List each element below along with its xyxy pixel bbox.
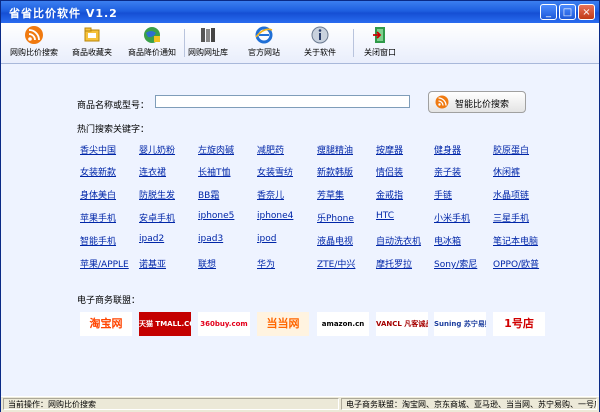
toolbar-about[interactable]: 关于软件 (301, 25, 339, 61)
hot-keyword-link[interactable]: 小米手机 (434, 211, 470, 224)
hot-keyword-link[interactable]: 芳草集 (317, 188, 344, 201)
minimize-button[interactable]: _ (540, 4, 557, 20)
logo-suning[interactable]: Suning 苏宁易购 (434, 312, 486, 336)
toolbar-label: 官方网站 (248, 48, 280, 57)
window-title: 省省比价软件 V1.2 (9, 7, 118, 20)
app-window: 省省比价软件 V1.2 _ □ × 网购比价搜索 商品收藏夹 商品降价通知 网购… (0, 0, 600, 412)
hot-keyword-link[interactable]: 笔记本电脑 (493, 234, 538, 247)
ecommerce-union-label: 电子商务联盟： (77, 296, 141, 306)
hot-keyword-link[interactable]: 减肥药 (257, 143, 284, 156)
hot-keyword-link[interactable]: ipad3 (198, 234, 223, 244)
toolbar-official-site[interactable]: 官方网站 (246, 25, 282, 61)
search-label: 商品名称或型号： (77, 101, 150, 111)
status-union-list: 电子商务联盟：淘宝网、京东商城、亚马逊、当当网、苏宁易购、一号店...... (341, 398, 597, 410)
title-bar[interactable]: 省省比价软件 V1.2 _ □ × (1, 1, 599, 23)
hot-keyword-link[interactable]: Sony/索尼 (434, 257, 477, 270)
exit-door-icon (373, 27, 385, 43)
hot-keyword-link[interactable]: 安卓手机 (139, 211, 175, 224)
status-bar: 当前操作：网购比价搜索 电子商务联盟：淘宝网、京东商城、亚马逊、当当网、苏宁易购… (1, 396, 599, 412)
toolbar-price-search[interactable]: 网购比价搜索 (9, 25, 59, 61)
toolbar-separator (184, 29, 185, 57)
rss-search-icon (25, 26, 43, 44)
smart-search-label: 智能比价搜索 (455, 100, 510, 110)
hot-keyword-link[interactable]: 防脱生发 (139, 188, 175, 201)
hot-keyword-link[interactable]: 左旋肉碱 (198, 143, 234, 156)
logo-taobao[interactable]: 淘宝网 (80, 312, 132, 336)
hot-keyword-link[interactable]: 婴儿奶粉 (139, 143, 175, 156)
hot-keyword-link[interactable]: 身体美白 (80, 188, 116, 201)
hot-keyword-link[interactable]: 香尖中国 (80, 143, 116, 156)
hot-keyword-link[interactable]: 水晶项链 (493, 188, 529, 201)
hot-keyword-link[interactable]: 诺基亚 (139, 257, 166, 270)
toolbar-close-window[interactable]: 关闭窗口 (359, 25, 401, 61)
maximize-button[interactable]: □ (559, 4, 576, 20)
hot-keyword-link[interactable]: iphone4 (257, 211, 293, 221)
smart-search-button[interactable]: 智能比价搜索 (428, 91, 526, 113)
logo-amazon[interactable]: amazon.cn (317, 312, 369, 336)
window-controls: _ □ × (540, 4, 595, 20)
toolbar-label: 网购比价搜索 (10, 48, 58, 57)
logo-jingdong[interactable]: 360buy.com (198, 312, 250, 336)
hot-keywords-label: 热门搜索关键字： (77, 125, 150, 135)
hot-keyword-link[interactable]: ZTE/中兴 (317, 257, 355, 270)
close-button[interactable]: × (578, 4, 595, 20)
hot-keyword-link[interactable]: 连衣裙 (139, 165, 166, 178)
toolbar-price-notice[interactable]: 商品降价通知 (124, 25, 180, 61)
hot-keyword-link[interactable]: 摩托罗拉 (376, 257, 412, 270)
hot-keyword-link[interactable]: 胶原蛋白 (493, 143, 529, 156)
hot-keyword-link[interactable]: OPPO/欧普 (493, 257, 539, 270)
hot-keyword-link[interactable]: 女装新款 (80, 165, 116, 178)
hot-keyword-link[interactable]: 华为 (257, 257, 275, 270)
hot-keyword-link[interactable]: 长袖T恤 (198, 165, 231, 178)
globe-notice-icon (144, 27, 160, 43)
hot-keyword-link[interactable]: 联想 (198, 257, 216, 270)
toolbar-label: 商品降价通知 (128, 48, 176, 57)
status-current-operation: 当前操作：网购比价搜索 (3, 398, 339, 410)
hot-keyword-link[interactable]: ipad2 (139, 234, 164, 244)
rss-search-icon (435, 95, 449, 109)
hot-keyword-link[interactable]: 健身器 (434, 143, 461, 156)
logo-vancl[interactable]: VANCL 凡客诚品 (376, 312, 428, 336)
main-panel: 商品名称或型号： 智能比价搜索 热门搜索关键字： 香尖中国 婴儿奶粉 左旋肉碱 减肥药… (1, 64, 599, 394)
logo-tmall[interactable]: 天猫 TMALL.COM (139, 312, 191, 336)
hot-keyword-link[interactable]: 苹果/APPLE (80, 257, 129, 270)
hot-keyword-link[interactable]: ipod (257, 234, 276, 244)
hot-keyword-link[interactable]: 三星手机 (493, 211, 529, 224)
hot-keyword-link[interactable]: 瘦腿精油 (317, 143, 353, 156)
hot-keyword-link[interactable]: 乐Phone (317, 211, 354, 224)
hot-keyword-link[interactable]: 自动洗衣机 (376, 234, 421, 247)
toolbar-label: 网购网址库 (188, 48, 228, 57)
hot-keyword-link[interactable]: BB霜 (198, 188, 219, 201)
hot-keyword-link[interactable]: 手链 (434, 188, 452, 201)
toolbar-favorites[interactable]: 商品收藏夹 (69, 25, 115, 61)
hot-keyword-link[interactable]: 情侣装 (376, 165, 403, 178)
toolbar-label: 关于软件 (304, 48, 336, 57)
toolbar-label: 关闭窗口 (364, 48, 396, 57)
hot-keyword-link[interactable]: 苹果手机 (80, 211, 116, 224)
logo-dangdang[interactable]: 当当网 (257, 312, 309, 336)
hot-keyword-link[interactable]: 按摩器 (376, 143, 403, 156)
toolbar-label: 商品收藏夹 (72, 48, 112, 57)
hot-keyword-link[interactable]: 智能手机 (80, 234, 116, 247)
hot-keyword-link[interactable]: iphone5 (198, 211, 234, 221)
toolbar: 网购比价搜索 商品收藏夹 商品降价通知 网购网址库 官方网站 关于软件 关闭窗口 (1, 23, 599, 64)
hot-keyword-link[interactable]: 休闲裤 (493, 165, 520, 178)
logo-yihaodian[interactable]: 1号店 (493, 312, 545, 336)
books-icon (201, 28, 215, 42)
folder-icon (84, 27, 100, 42)
hot-keyword-link[interactable]: 女装雪纺 (257, 165, 293, 178)
toolbar-site-library[interactable]: 网购网址库 (188, 25, 228, 61)
hot-keyword-link[interactable]: 新款韩版 (317, 165, 353, 178)
hot-keyword-link[interactable]: 金戒指 (376, 188, 403, 201)
hot-keyword-link[interactable]: HTC (376, 211, 394, 221)
search-input[interactable] (155, 95, 410, 108)
hot-keyword-link[interactable]: 香奈儿 (257, 188, 284, 201)
hot-keyword-link[interactable]: 电冰箱 (434, 234, 461, 247)
toolbar-separator (353, 29, 354, 57)
hot-keyword-link[interactable]: 液晶电视 (317, 234, 353, 247)
ie-browser-icon (255, 26, 273, 44)
hot-keyword-link[interactable]: 亲子装 (434, 165, 461, 178)
info-icon (311, 26, 329, 44)
